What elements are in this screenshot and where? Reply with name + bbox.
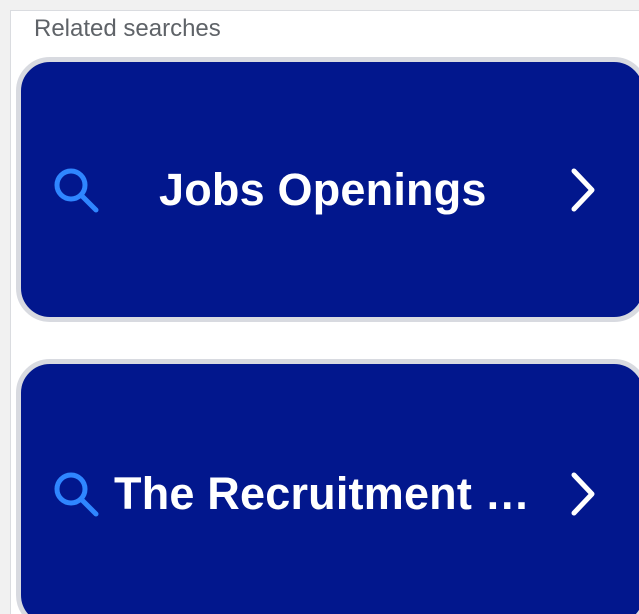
- related-searches-panel: Related searches Jobs Openings The Recru…: [10, 10, 639, 614]
- related-search-jobs-openings[interactable]: Jobs Openings: [16, 57, 639, 322]
- chevron-right-icon: [571, 472, 595, 516]
- related-search-label: The Recruitment …: [114, 468, 530, 519]
- related-search-label: Jobs Openings: [159, 163, 487, 215]
- related-search-the-recruitment[interactable]: The Recruitment …: [16, 359, 639, 614]
- search-icon: [54, 472, 99, 517]
- search-icon: [54, 168, 99, 212]
- chevron-right-icon: [571, 168, 595, 211]
- related-searches-title: Related searches: [34, 15, 221, 42]
